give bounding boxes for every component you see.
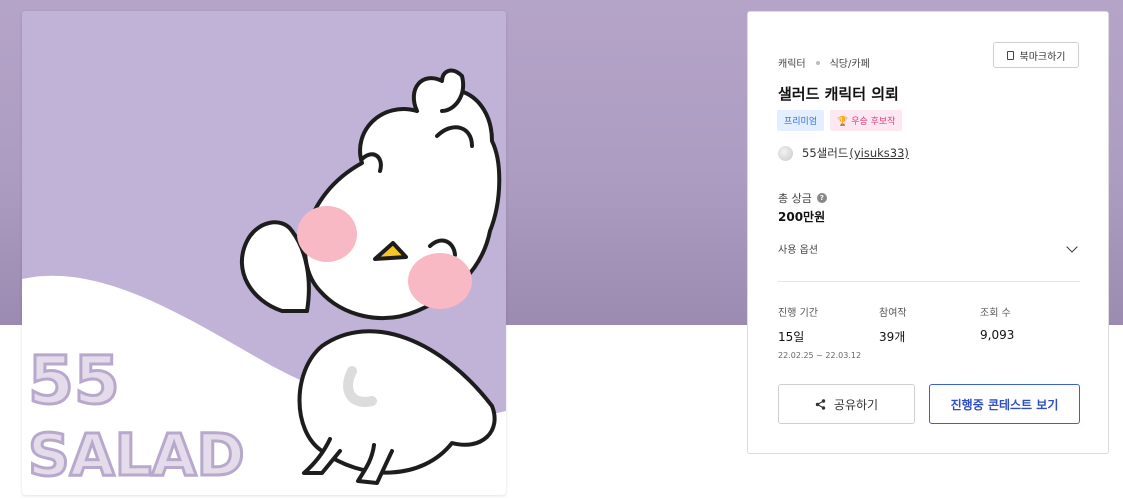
bookmark-label: 북마크하기 (1019, 51, 1066, 63)
stat-period-label: 진행 기간 (778, 308, 818, 319)
stat-period-value: 15일 (778, 330, 805, 344)
prize-label: 총 상금 ? (778, 190, 827, 206)
divider (778, 281, 1080, 282)
stat-period: 진행 기간 15일 22.02.25 ~ 22.03.12 (778, 304, 861, 360)
author-name: 55샐러드 (802, 146, 849, 160)
help-icon[interactable]: ? (816, 193, 827, 203)
stat-entries-label: 참여작 (879, 308, 907, 319)
share-icon (815, 398, 826, 410)
breadcrumb-subcategory[interactable]: 식당/카페 (830, 55, 870, 70)
watermark-55: 55 (28, 342, 120, 419)
contest-info-panel: 캐릭터 식당/카페 북마크하기 샐러드 캐릭터 의뢰 프리미엄 🏆 우승 후보작… (747, 11, 1109, 454)
prize-label-text: 총 상금 (778, 192, 812, 205)
stat-period-dates: 22.02.25 ~ 22.03.12 (778, 351, 862, 360)
usage-options-dropdown[interactable]: 사용 옵션 (778, 240, 1080, 256)
author-info[interactable]: 55샐러드 (yisuks33) (778, 145, 909, 161)
duck-illustration: 55 SALAD (22, 68, 506, 495)
contest-title: 샐러드 캐릭터 의뢰 (778, 85, 899, 103)
author-handle[interactable]: (yisuks33) (849, 146, 909, 160)
view-contest-button[interactable]: 진행중 콘테스트 보기 (929, 384, 1080, 424)
usage-options-label: 사용 옵션 (778, 245, 818, 256)
breadcrumb-category[interactable]: 캐릭터 (778, 55, 806, 70)
watermark-salad: SALAD (28, 421, 245, 489)
badge-row: 프리미엄 🏆 우승 후보작 (777, 110, 903, 131)
breadcrumb: 캐릭터 식당/카페 (778, 55, 870, 70)
award-badge: 🏆 우승 후보작 (830, 110, 903, 131)
stat-views: 조회 수 9,093 (980, 304, 1014, 342)
stat-views-label: 조회 수 (980, 308, 1011, 319)
breadcrumb-separator (815, 60, 820, 65)
stat-views-value: 9,093 (980, 328, 1015, 342)
share-button[interactable]: 공유하기 (778, 384, 915, 424)
contest-artwork[interactable]: 55 SALAD (22, 11, 506, 495)
stat-entries-value: 39개 (879, 330, 906, 344)
avatar (778, 145, 793, 161)
premium-badge: 프리미엄 (777, 110, 825, 131)
chevron-down-icon[interactable] (1066, 240, 1078, 253)
prize-value: 200만원 (778, 210, 826, 224)
share-label: 공유하기 (833, 397, 879, 412)
stat-entries: 참여작 39개 (879, 304, 907, 345)
bookmark-button[interactable]: 북마크하기 (993, 42, 1079, 68)
bookmark-icon (1006, 50, 1014, 60)
